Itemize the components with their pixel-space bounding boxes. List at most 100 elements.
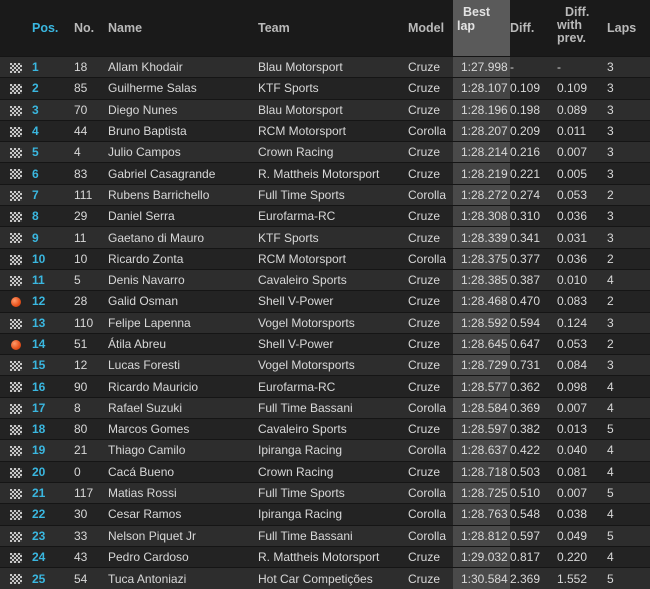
pos-cell: 18 <box>32 418 74 440</box>
table-row[interactable]: 17 8 Rafael Suzuki Full Time Bassani Corolla… <box>0 396 650 419</box>
model-cell: Cruze <box>408 77 453 100</box>
team-cell: Full Time Bassani <box>258 524 408 547</box>
pos-cell: 23 <box>32 524 74 547</box>
diff-prev-cell: 0.089 <box>557 98 607 121</box>
table-row[interactable]: 6 83 Gabriel Casagrande R. Mattheis Motorsp… <box>0 162 650 185</box>
diff-prev-cell: 0.036 <box>557 205 607 227</box>
flag-cell <box>0 375 32 398</box>
team-cell: Crown Racing <box>258 141 408 163</box>
table-row[interactable]: 13 110 Felipe Lapenna Vogel Motorsports Cruz… <box>0 311 650 334</box>
flag-cell <box>0 460 32 483</box>
pos-cell: 8 <box>32 205 74 227</box>
checkered-flag-icon <box>10 425 22 436</box>
table-row[interactable]: 22 30 Cesar Ramos Ipiranga Racing Corolla 1:2… <box>0 503 650 526</box>
checkered-flag-icon <box>10 361 22 372</box>
table-row[interactable]: 7 111 Rubens Barrichello Full Time Sports Co… <box>0 183 650 206</box>
team-cell: Full Time Sports <box>258 183 408 206</box>
model-cell: Cruze <box>408 545 453 568</box>
table-row[interactable]: 18 80 Marcos Gomes Cavaleiro Sports Cruze 1:2… <box>0 418 650 440</box>
number-cell: 117 <box>74 481 108 504</box>
diff-prev-cell: 0.053 <box>557 332 607 355</box>
number-cell: 54 <box>74 567 108 589</box>
model-cell: Cruze <box>408 418 453 440</box>
best-lap-header[interactable]: Best lap <box>453 0 510 57</box>
diff-cell: - <box>510 55 557 78</box>
pos-cell: 25 <box>32 567 74 589</box>
diff-prev-cell: 0.007 <box>557 141 607 163</box>
number-cell: 44 <box>74 119 108 142</box>
table-row[interactable]: 11 5 Denis Navarro Cavaleiro Sports Cruze 1:2… <box>0 268 650 291</box>
flag-cell <box>0 439 32 462</box>
diff-header[interactable]: Diff. <box>510 0 557 57</box>
diff-prev-cell: 0.013 <box>557 418 607 440</box>
table-row[interactable]: 8 29 Daniel Serra Eurofarma-RC Cruze 1:28.308… <box>0 205 650 227</box>
diff-cell: 0.216 <box>510 141 557 163</box>
model-cell: Cruze <box>408 332 453 355</box>
diff-prev-cell: 0.081 <box>557 460 607 483</box>
table-row[interactable]: 23 33 Nelson Piquet Jr Full Time Bassani Cor… <box>0 524 650 547</box>
driver-name-cell: Allam Khodair <box>108 55 258 78</box>
team-cell: KTF Sports <box>258 77 408 100</box>
name-header[interactable]: Name <box>108 0 258 57</box>
driver-name-cell: Thiago Camilo <box>108 439 258 462</box>
table-row[interactable]: 4 44 Bruno Baptista RCM Motorsport Corolla 1:… <box>0 119 650 142</box>
diff-prev-cell: 0.109 <box>557 77 607 100</box>
laps-cell: 3 <box>607 311 650 334</box>
diff-prev-header[interactable]: Diff. with prev. <box>557 0 607 57</box>
number-cell: 110 <box>74 311 108 334</box>
table-row[interactable]: 1 18 Allam Khodair Blau Motorsport Cruze 1:27… <box>0 55 650 78</box>
flag-cell <box>0 141 32 163</box>
diff-prev-cell: 0.038 <box>557 503 607 526</box>
best-lap-header-line2: lap <box>457 19 476 33</box>
diff-cell: 0.387 <box>510 268 557 291</box>
pos-cell: 6 <box>32 162 74 185</box>
model-cell: Corolla <box>408 439 453 462</box>
table-row[interactable]: 19 21 Thiago Camilo Ipiranga Racing Corolla 1… <box>0 439 650 462</box>
diff-cell: 0.341 <box>510 226 557 249</box>
diff-cell: 0.221 <box>510 162 557 185</box>
team-cell: Shell V-Power <box>258 290 408 313</box>
team-header[interactable]: Team <box>258 0 408 57</box>
number-header[interactable]: No. <box>74 0 108 57</box>
diff-prev-cell: 0.031 <box>557 226 607 249</box>
laps-header[interactable]: Laps <box>607 0 650 57</box>
table-row[interactable]: 3 70 Diego Nunes Blau Motorsport Cruze 1:28.1… <box>0 98 650 121</box>
table-row[interactable]: 20 0 Cacá Bueno Crown Racing Cruze 1:28.718 0.… <box>0 460 650 483</box>
best-lap-cell: 1:28.375 <box>453 247 510 270</box>
table-row[interactable]: 16 90 Ricardo Mauricio Eurofarma-RC Cruze 1:2… <box>0 375 650 398</box>
pos-cell: 13 <box>32 311 74 334</box>
table-row[interactable]: 14 51 Átila Abreu Shell V-Power Cruze 1:28.64… <box>0 332 650 355</box>
checkered-flag-icon <box>10 531 22 542</box>
model-cell: Cruze <box>408 98 453 121</box>
table-row[interactable]: 10 10 Ricardo Zonta RCM Motorsport Corolla 1:… <box>0 247 650 270</box>
team-cell: RCM Motorsport <box>258 119 408 142</box>
checkered-flag-icon <box>10 552 22 563</box>
table-row[interactable]: 5 4 Julio Campos Crown Racing Cruze 1:28.214 0… <box>0 141 650 163</box>
pos-header[interactable]: Pos. <box>32 0 74 57</box>
driver-name-cell: Rafael Suzuki <box>108 396 258 419</box>
best-lap-cell: 1:28.729 <box>453 354 510 376</box>
table-row[interactable]: 2 85 Guilherme Salas KTF Sports Cruze 1:28.10… <box>0 77 650 100</box>
number-cell: 10 <box>74 247 108 270</box>
number-cell: 8 <box>74 396 108 419</box>
table-row[interactable]: 25 54 Tuca Antoniazi Hot Car Competições Cru… <box>0 567 650 589</box>
driver-name-cell: Átila Abreu <box>108 332 258 355</box>
diff-prev-cell: 0.011 <box>557 119 607 142</box>
diff-prev-cell: 0.049 <box>557 524 607 547</box>
laps-cell: 4 <box>607 439 650 462</box>
checkered-flag-icon <box>10 105 22 116</box>
model-cell: Cruze <box>408 354 453 376</box>
diff-cell: 0.731 <box>510 354 557 376</box>
model-cell: Corolla <box>408 119 453 142</box>
flag-cell <box>0 98 32 121</box>
table-row[interactable]: 24 43 Pedro Cardoso R. Mattheis Motorsport C… <box>0 545 650 568</box>
table-row[interactable]: 21 117 Matias Rossi Full Time Sports Corolla… <box>0 481 650 504</box>
pos-cell: 14 <box>32 332 74 355</box>
diff-cell: 0.362 <box>510 375 557 398</box>
table-row[interactable]: 12 28 Galid Osman Shell V-Power Cruze 1:28.46… <box>0 290 650 313</box>
pos-cell: 5 <box>32 141 74 163</box>
table-row[interactable]: 15 12 Lucas Foresti Vogel Motorsports Cruze 1… <box>0 354 650 376</box>
checkered-flag-icon <box>10 126 22 137</box>
model-header[interactable]: Model <box>408 0 453 57</box>
table-row[interactable]: 9 11 Gaetano di Mauro KTF Sports Cruze 1:28.3… <box>0 226 650 249</box>
